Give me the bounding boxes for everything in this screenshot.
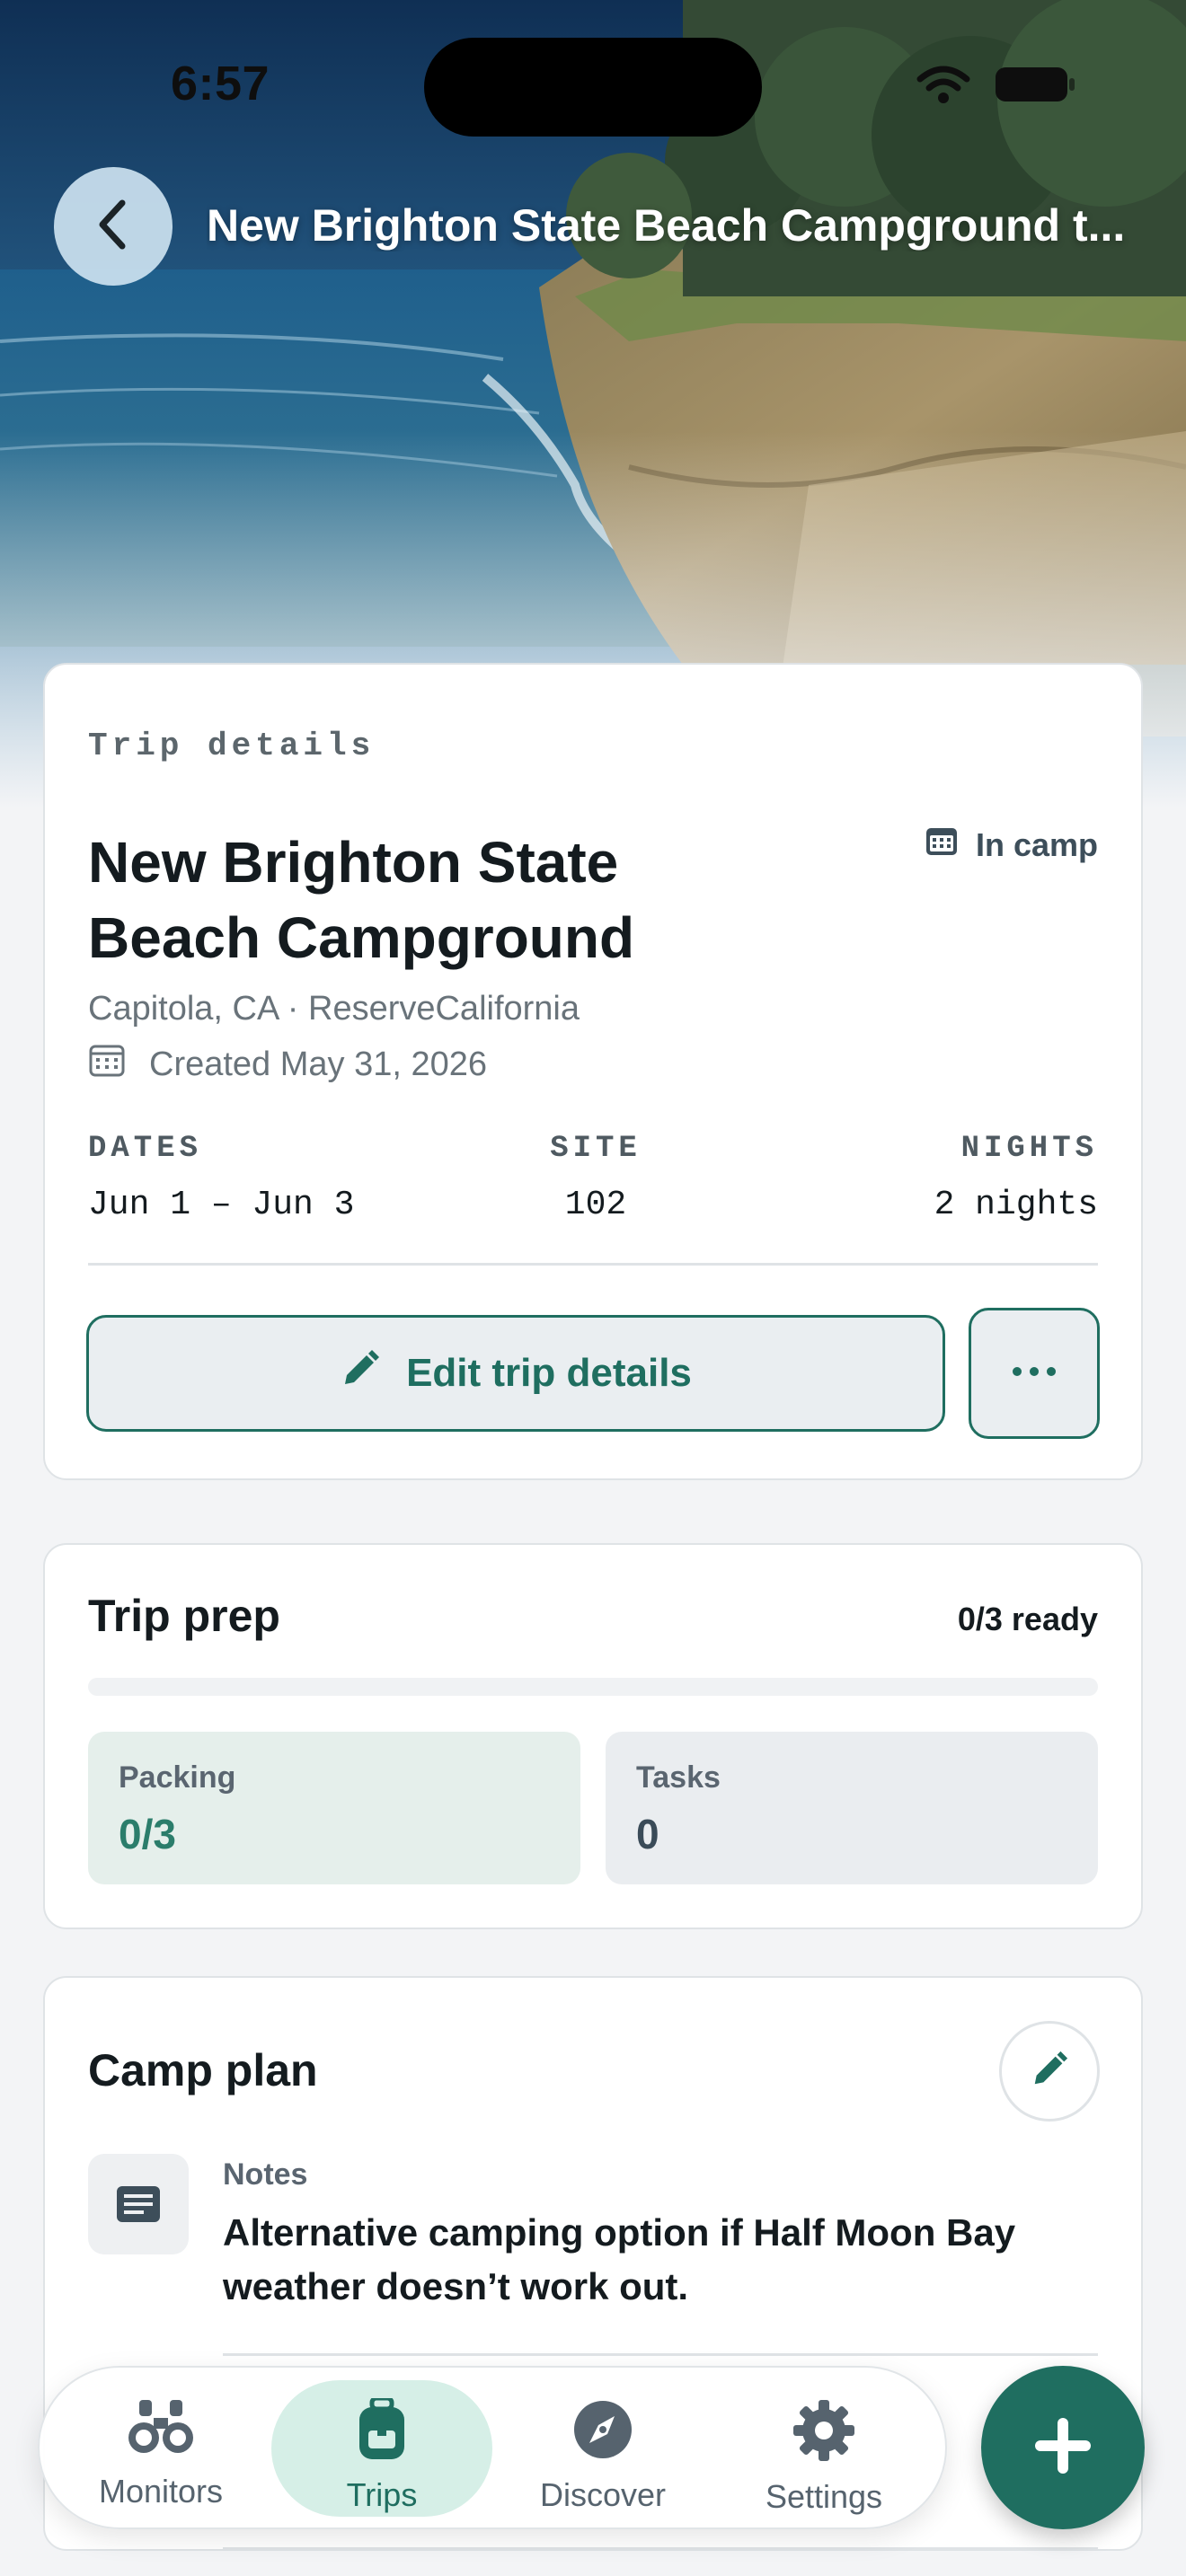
meta-nights: NIGHTS 2 nights [934,1132,1098,1224]
calendar-icon [924,823,960,867]
status-label: In camp [975,825,1098,863]
meta-label: DATES [88,1132,203,1166]
trip-details-card: Trip details New Brighton State Beach Ca… [43,663,1143,1480]
tab-label: Trips [346,2476,418,2513]
divider [88,1263,1098,1266]
more-options-button[interactable] [969,1308,1100,1439]
tab-bar: Monitors Trips Discover Settings [38,2366,947,2529]
nav-title: New Brighton State Beach Campground t... [207,200,1126,251]
tasks-label: Tasks [636,1760,721,1795]
packing-tile[interactable]: Packing 0/3 [88,1732,580,1884]
meta-site: SITE 102 [546,1132,645,1224]
gear-icon [792,2398,856,2467]
compass-icon [571,2398,634,2466]
status-time: 6:57 [171,57,270,110]
created-line: Created May 31, 2026 [88,1042,487,1087]
meta-value: 2 nights [934,1186,1098,1224]
tab-discover[interactable]: Discover [492,2380,713,2517]
chevron-left-icon [93,198,133,256]
meta-dates: DATES Jun 1 – Jun 3 [88,1132,354,1224]
tab-trips[interactable]: Trips [271,2380,492,2517]
back-button[interactable] [54,167,173,286]
calendar-icon [88,1042,126,1087]
camp-plan-title: Camp plan [88,2045,318,2095]
plus-icon [1031,2414,1094,2482]
meta-label: NIGHTS [960,1132,1098,1166]
notes-text: Alternative camping option if Half Moon … [223,2211,1016,2307]
tab-label: Discover [539,2476,667,2513]
trip-prep-card: Trip prep 0/3 ready Packing 0/3 Tasks 0 [43,1543,1143,1929]
battery-icon [994,66,1076,108]
tab-label: Settings [765,2478,883,2515]
add-button[interactable] [981,2366,1145,2529]
notes-icon [88,2154,189,2254]
divider [223,2547,1098,2550]
ellipsis-icon [1012,1365,1057,1381]
packing-value: 0/3 [119,1811,176,1857]
edit-trip-details-label: Edit trip details [406,1351,692,1395]
ready-count: 0/3 ready [957,1601,1098,1637]
dynamic-island [424,38,762,137]
location-line: Capitola, CA · ReserveCalifornia [88,990,580,1028]
backpack-icon [352,2395,412,2466]
trip-details-eyebrow: Trip details [88,728,376,764]
binoculars-icon [127,2398,195,2462]
prep-progress-bar [88,1678,1098,1696]
tab-monitors[interactable]: Monitors [50,2380,271,2517]
status-icons [916,65,1076,109]
notes-label: Notes [223,2157,308,2192]
pencil-icon [340,1348,381,1399]
trip-name: New Brighton State Beach Campground [88,830,635,970]
tab-settings[interactable]: Settings [713,2380,934,2517]
wifi-icon [916,65,970,109]
meta-value: Jun 1 – Jun 3 [88,1186,355,1224]
tasks-tile[interactable]: Tasks 0 [606,1732,1098,1884]
status-badge: In camp [924,823,1098,867]
edit-trip-details-button[interactable]: Edit trip details [86,1315,945,1432]
edit-camp-plan-button[interactable] [999,2021,1100,2122]
tab-label: Monitors [98,2473,224,2510]
tasks-value: 0 [636,1811,659,1857]
meta-label: SITE [550,1132,642,1166]
created-label: Created May 31, 2026 [149,1045,488,1083]
trip-prep-title: Trip prep [88,1591,280,1641]
pencil-icon [1030,2050,1069,2094]
meta-value: 102 [564,1186,627,1224]
packing-label: Packing [119,1760,236,1795]
trip-meta: DATES Jun 1 – Jun 3 SITE 102 NIGHTS 2 ni… [88,1132,1098,1231]
divider [223,2353,1098,2356]
